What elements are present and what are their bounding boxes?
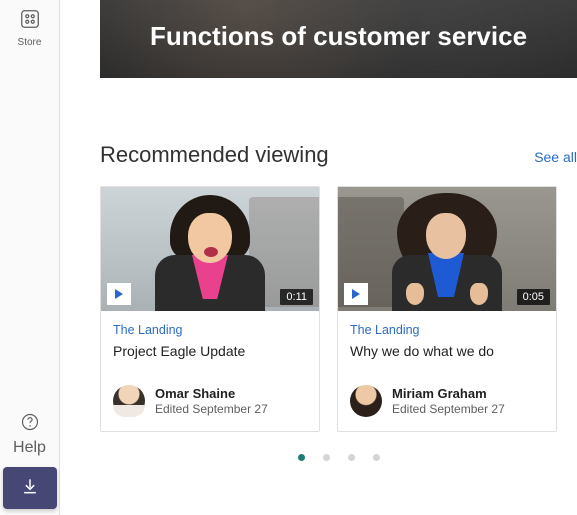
help-label: Help	[13, 439, 46, 457]
avatar[interactable]	[350, 385, 382, 417]
download-icon	[20, 476, 40, 501]
edited-date: Edited September 27	[392, 402, 505, 416]
section-header: Recommended viewing See all	[100, 142, 577, 168]
video-thumbnail[interactable]: 0:11	[101, 187, 319, 311]
section-title: Recommended viewing	[100, 142, 329, 168]
video-card[interactable]: 0:05 The Landing Why we do what we do Mi…	[337, 186, 557, 432]
author-row: Omar Shaine Edited September 27	[113, 385, 307, 417]
help-icon	[20, 412, 40, 437]
carousel-dots	[100, 454, 577, 461]
video-title[interactable]: Project Eagle Update	[113, 343, 307, 359]
carousel-dot[interactable]	[323, 454, 330, 461]
play-icon[interactable]	[344, 283, 368, 305]
sidebar-item-help[interactable]: Help	[13, 412, 46, 457]
channel-link[interactable]: The Landing	[113, 323, 307, 337]
author-name[interactable]: Omar Shaine	[155, 386, 268, 402]
carousel-dot[interactable]	[373, 454, 380, 461]
video-card[interactable]: 0:11 The Landing Project Eagle Update Om…	[100, 186, 320, 432]
see-all-link[interactable]: See all	[534, 149, 577, 165]
avatar[interactable]	[113, 385, 145, 417]
author-row: Miriam Graham Edited September 27	[350, 385, 544, 417]
sidebar-item-store[interactable]: Store	[18, 2, 42, 54]
main-content: Functions of customer service Recommende…	[60, 0, 577, 515]
card-body: The Landing Why we do what we do Miriam …	[338, 311, 556, 431]
store-label: Store	[18, 37, 42, 48]
edited-date: Edited September 27	[155, 402, 268, 416]
store-icon	[19, 8, 41, 35]
author-name[interactable]: Miriam Graham	[392, 386, 505, 402]
video-duration: 0:11	[280, 289, 313, 305]
carousel-dot[interactable]	[348, 454, 355, 461]
sidebar: Store Help	[0, 0, 60, 515]
cards-row: 0:11 The Landing Project Eagle Update Om…	[100, 186, 577, 432]
play-icon[interactable]	[107, 283, 131, 305]
video-thumbnail[interactable]: 0:05	[338, 187, 556, 311]
download-button[interactable]	[3, 467, 57, 509]
video-duration: 0:05	[517, 289, 550, 305]
hero-title: Functions of customer service	[150, 21, 527, 52]
hero-banner[interactable]: Functions of customer service	[100, 0, 577, 78]
channel-link[interactable]: The Landing	[350, 323, 544, 337]
recommended-section: Recommended viewing See all 0:11 The Lan…	[100, 142, 577, 432]
carousel-dot[interactable]	[298, 454, 305, 461]
video-title[interactable]: Why we do what we do	[350, 343, 544, 359]
card-body: The Landing Project Eagle Update Omar Sh…	[101, 311, 319, 431]
